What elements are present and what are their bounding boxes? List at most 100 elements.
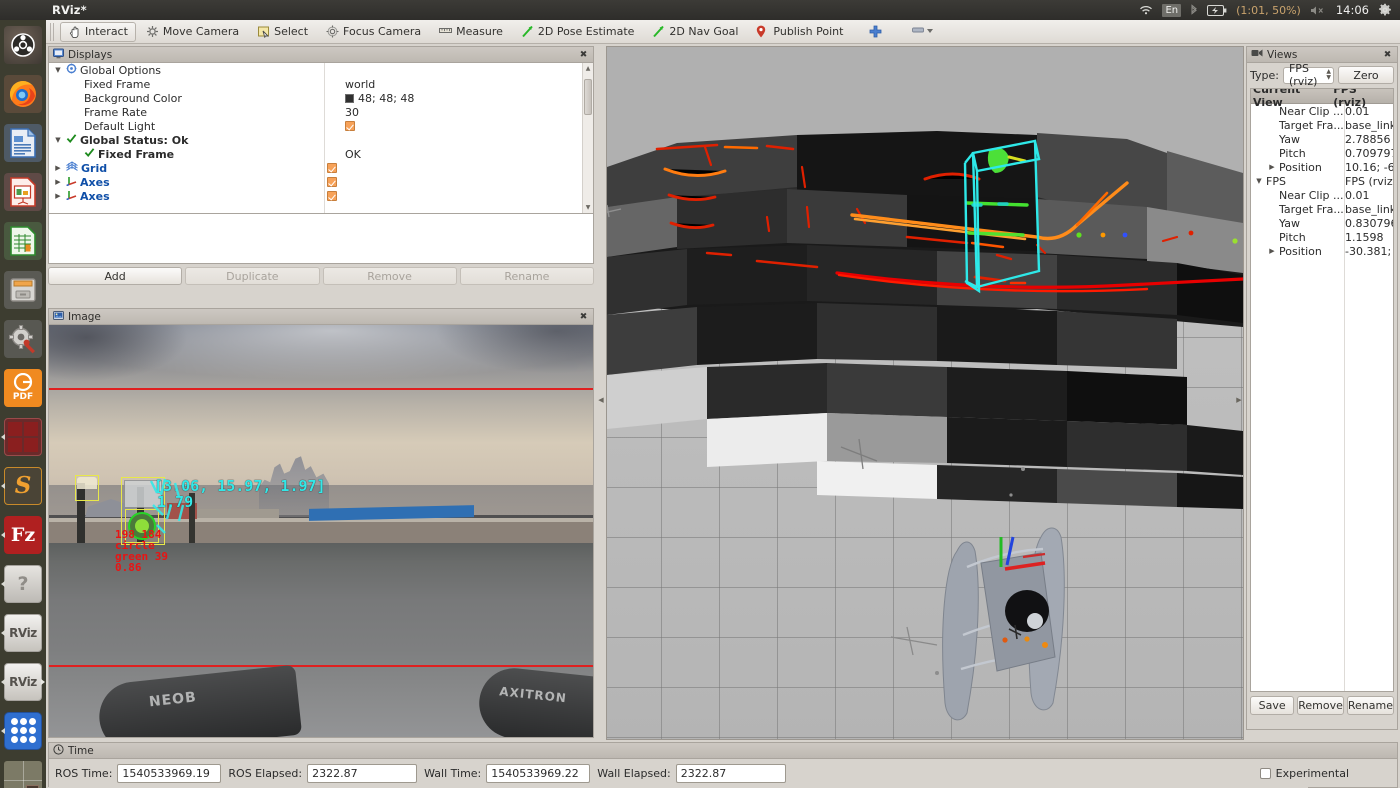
launcher-item-system-settings[interactable] xyxy=(0,314,46,363)
display-value-cell[interactable]: 30 xyxy=(343,106,593,119)
render-view-3d[interactable] xyxy=(606,46,1244,740)
bluetooth-icon[interactable] xyxy=(1190,3,1198,17)
keyboard-layout-indicator[interactable]: En xyxy=(1162,3,1182,17)
launcher-item-ubuntu-dash[interactable] xyxy=(0,20,46,69)
display-row[interactable]: ▶ Grid xyxy=(49,161,593,175)
display-row[interactable]: Background Color 48; 48; 48 xyxy=(49,91,593,105)
battery-icon[interactable] xyxy=(1207,4,1227,16)
experimental-checkbox[interactable] xyxy=(1259,767,1271,779)
add-button[interactable]: Add xyxy=(48,267,183,285)
close-icon[interactable]: ✖ xyxy=(578,50,589,60)
display-enable-checkbox[interactable] xyxy=(327,177,337,187)
twisty-icon[interactable]: ▼ xyxy=(53,136,63,144)
volume-muted-icon[interactable] xyxy=(1310,5,1327,16)
views-row[interactable]: ▼ FPS FPS (rviz) xyxy=(1251,174,1393,188)
display-value-cell[interactable] xyxy=(325,177,593,187)
launcher-item-app-grid[interactable] xyxy=(0,706,46,755)
wifi-icon[interactable] xyxy=(1139,4,1153,16)
views-row[interactable]: Near Clip ... 0.01 xyxy=(1251,188,1393,202)
views-row[interactable]: Yaw 2.78856 xyxy=(1251,132,1393,146)
views-row[interactable]: Pitch 1.1598 xyxy=(1251,230,1393,244)
scroll-down-icon[interactable]: ▼ xyxy=(583,202,593,213)
tool-select[interactable]: Select xyxy=(249,22,316,42)
launcher-item-libreoffice-calc[interactable] xyxy=(0,216,46,265)
gear-icon[interactable] xyxy=(1378,3,1392,17)
display-enable-checkbox[interactable] xyxy=(345,121,355,131)
collapse-right-icon[interactable]: ▶ xyxy=(1235,396,1243,404)
views-save-button[interactable]: Save xyxy=(1250,696,1295,715)
display-enable-checkbox[interactable] xyxy=(327,163,337,173)
views-row[interactable]: ▶ Position 10.16; -6.3389; 1... xyxy=(1251,160,1393,174)
tool-interact[interactable]: Interact xyxy=(60,21,136,42)
add-tool-button[interactable] xyxy=(861,22,890,42)
tool-publish-point[interactable]: Publish Point xyxy=(748,22,851,42)
display-row[interactable]: Fixed Frame world xyxy=(49,77,593,91)
launcher-item-terminal[interactable] xyxy=(0,412,46,461)
display-value-cell[interactable] xyxy=(325,191,593,201)
display-value-cell[interactable] xyxy=(343,121,593,131)
experimental-toggle[interactable]: Experimental xyxy=(1259,767,1391,780)
display-row[interactable]: ▶ Axes xyxy=(49,189,593,203)
twisty-icon[interactable]: ▼ xyxy=(53,66,63,74)
launcher-item-firefox[interactable] xyxy=(0,69,46,118)
ros-elapsed-input[interactable]: 2322.87 xyxy=(307,763,418,783)
displays-scrollbar[interactable]: ▲ ▼ xyxy=(582,63,593,213)
collapse-left-icon[interactable]: ◀ xyxy=(597,396,605,404)
display-enable-checkbox[interactable] xyxy=(327,191,337,201)
wall-elapsed-input[interactable]: 2322.87 xyxy=(675,763,786,783)
views-row[interactable]: Yaw 0.830796 xyxy=(1251,216,1393,230)
display-value-cell[interactable] xyxy=(325,163,593,173)
twisty-icon[interactable]: ▶ xyxy=(1267,247,1277,255)
twisty-icon[interactable]: ▶ xyxy=(1267,163,1277,171)
color-swatch[interactable] xyxy=(345,93,354,103)
launcher-item-libreoffice-impress[interactable] xyxy=(0,167,46,216)
display-row[interactable]: ▶ Axes xyxy=(49,175,593,189)
zero-button[interactable]: Zero xyxy=(1338,66,1394,84)
launcher-item-libreoffice-writer[interactable] xyxy=(0,118,46,167)
launcher-item-foxit-pdf[interactable]: PDF xyxy=(0,363,46,412)
chevron-updown-icon[interactable]: ▲ ▼ xyxy=(1326,69,1331,81)
launcher-item-sublime-text[interactable]: S xyxy=(0,461,46,510)
twisty-icon[interactable]: ▼ xyxy=(1254,177,1264,185)
display-value-cell[interactable]: 48; 48; 48 xyxy=(343,92,593,105)
launcher-item-rviz-2[interactable]: RViz xyxy=(0,657,46,706)
tool-2d-pose-estimate[interactable]: 2D Pose Estimate xyxy=(513,22,643,42)
views-row[interactable]: Target Fra... base_link xyxy=(1251,202,1393,216)
toolbar-overflow-button[interactable] xyxy=(904,22,942,42)
launcher-item-workspace-switcher[interactable] xyxy=(0,755,46,788)
tool-move-camera[interactable]: Move Camera xyxy=(138,22,247,42)
views-rename-button[interactable]: Rename xyxy=(1346,696,1394,715)
views-row[interactable]: ▶ Position -30.381; -31.718;... xyxy=(1251,244,1393,258)
views-row[interactable]: Pitch 0.709797 xyxy=(1251,146,1393,160)
launcher-item-unknown-app[interactable]: ? xyxy=(0,559,46,608)
views-remove-button[interactable]: Remove xyxy=(1297,696,1344,715)
display-row[interactable]: ▼ Global Status: Ok xyxy=(49,133,593,147)
close-icon[interactable]: ✖ xyxy=(1382,50,1393,60)
twisty-icon[interactable]: ▶ xyxy=(53,192,63,200)
display-value-cell[interactable]: OK xyxy=(343,148,593,161)
tool-measure[interactable]: Measure xyxy=(431,22,511,42)
display-value-cell[interactable]: world xyxy=(343,78,593,91)
views-row[interactable]: Target Fra... base_link xyxy=(1251,118,1393,132)
close-icon[interactable]: ✖ xyxy=(578,312,589,322)
twisty-icon[interactable]: ▶ xyxy=(53,178,63,186)
wall-time-input[interactable]: 1540533969.22 xyxy=(486,763,591,783)
toolbar-drag-handle[interactable] xyxy=(50,22,56,41)
view-type-select[interactable]: FPS (rviz) ▲ ▼ xyxy=(1282,62,1334,88)
views-tree[interactable]: Current View FPS (rviz) Near Clip ... 0.… xyxy=(1250,88,1394,692)
displays-tree[interactable]: ▼ Global Options Fixed Frame world Backg… xyxy=(48,62,594,214)
scroll-up-icon[interactable]: ▲ xyxy=(583,63,593,74)
ros-time-input[interactable]: 1540533969.19 xyxy=(117,763,222,783)
tool-focus-camera[interactable]: Focus Camera xyxy=(318,22,429,42)
launcher-item-filezilla[interactable]: Fz xyxy=(0,510,46,559)
displays-property-editor[interactable] xyxy=(48,214,594,264)
camera-image-view[interactable]: NEOB AXITRON [3.06, 15.97, 1.97] 1.79 19… xyxy=(49,325,593,737)
display-row[interactable]: Frame Rate 30 xyxy=(49,105,593,119)
twisty-icon[interactable]: ▶ xyxy=(53,164,63,172)
scrollbar-thumb[interactable] xyxy=(584,79,592,115)
launcher-item-rviz-1[interactable]: RViz xyxy=(0,608,46,657)
tool-2d-nav-goal[interactable]: 2D Nav Goal xyxy=(644,22,746,42)
clock-label[interactable]: 14:06 xyxy=(1336,3,1369,17)
launcher-item-file-manager[interactable] xyxy=(0,265,46,314)
display-row[interactable]: ▼ Global Options xyxy=(49,63,593,77)
